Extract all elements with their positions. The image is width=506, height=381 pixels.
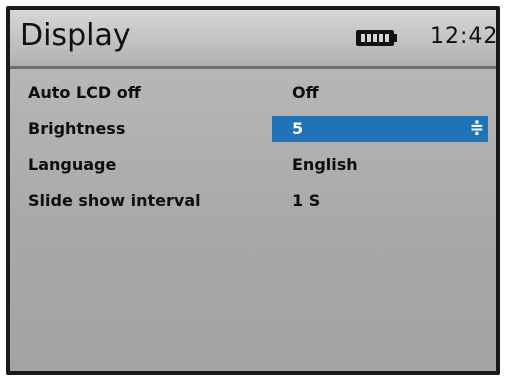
battery-full-icon <box>356 30 394 46</box>
lcd-screen: Display 12:42 Auto LCD off Off Brightnes… <box>10 10 496 371</box>
clock: 12:42 <box>430 24 496 49</box>
device-frame: Display 12:42 Auto LCD off Off Brightnes… <box>6 6 500 375</box>
brightness-value-selector[interactable]: 5 ≑ <box>272 116 488 142</box>
title-bar: Display 12:42 <box>10 10 496 69</box>
setting-value[interactable]: Off <box>272 80 488 106</box>
setting-label: Auto LCD off <box>28 83 141 102</box>
setting-value[interactable]: 1 S <box>272 188 488 214</box>
battery-tip <box>393 34 397 42</box>
page-title: Display <box>20 18 131 53</box>
setting-label: Language <box>28 155 117 174</box>
setting-brightness[interactable]: Brightness 5 ≑ <box>10 116 496 142</box>
setting-label: Brightness <box>28 119 126 138</box>
setting-slide-show-interval[interactable]: Slide show interval 1 S <box>10 188 496 214</box>
setting-label: Slide show interval <box>28 191 201 210</box>
setting-language[interactable]: Language English <box>10 152 496 178</box>
setting-value[interactable]: English <box>272 152 488 178</box>
up-down-arrows-icon[interactable]: ≑ <box>470 119 484 137</box>
setting-auto-lcd-off[interactable]: Auto LCD off Off <box>10 80 496 106</box>
settings-list: Auto LCD off Off Brightness 5 ≑ Language… <box>10 74 496 371</box>
